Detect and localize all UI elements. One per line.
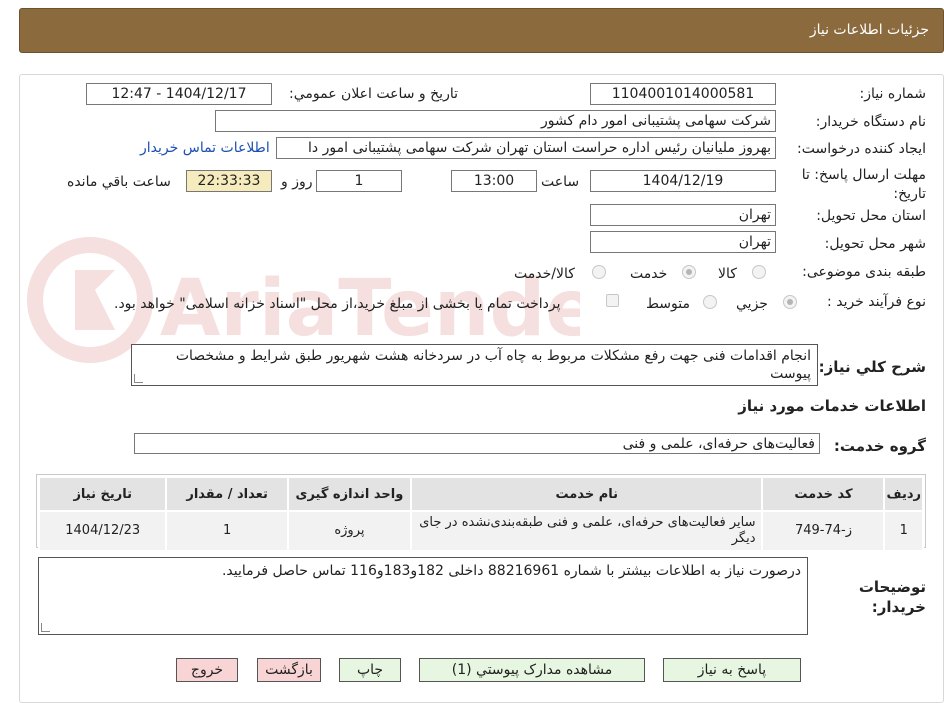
back-button[interactable]: بازگشت <box>257 658 321 682</box>
service-group-field: فعاليت‌های حرفه‌ای، علمی و فنی <box>134 433 820 454</box>
announce-datetime-label: تاريخ و ساعت اعلان عمومي: <box>289 86 458 102</box>
services-table: رديف کد خدمت نام خدمت واحد اندازه گيری ت… <box>37 476 924 552</box>
buyer-org-field: شرکت سهامی پشتيبانی امور دام کشور <box>215 110 776 132</box>
purchase-option-medium: متوسط <box>646 296 690 312</box>
province-label: استان محل تحويل: <box>816 208 926 224</box>
reply-to-need-button[interactable]: پاسخ به نياز <box>663 658 801 682</box>
col-header-need-date: تاريخ نياز <box>37 476 168 512</box>
deadline-time-field: 13:00 <box>451 170 537 192</box>
page-title: جزئيات اطلاعات نياز <box>809 22 929 38</box>
buyer-notes-textarea: درصورت نياز به اطلاعات بيشتر با شماره 88… <box>38 557 808 635</box>
city-field: تهران <box>590 231 776 253</box>
buyer-org-label: نام دستگاه خريدار: <box>815 114 926 130</box>
page-header: جزئيات اطلاعات نياز <box>19 8 944 53</box>
city-label: شهر محل تحويل: <box>824 236 926 252</box>
exit-button[interactable]: خروج <box>176 658 238 682</box>
resize-handle-icon[interactable] <box>41 623 50 632</box>
service-group-label: گروه خدمت: <box>833 437 926 455</box>
col-header-service-name: نام خدمت <box>410 476 764 512</box>
category-option-goods: کالا <box>718 266 737 282</box>
cell-row-number: 1 <box>883 510 924 552</box>
category-option-service: خدمت <box>630 266 668 282</box>
buyer-notes-text: درصورت نياز به اطلاعات بيشتر با شماره 88… <box>221 563 801 579</box>
purchase-radio-medium[interactable] <box>703 295 717 309</box>
days-remaining-field: 1 <box>316 170 402 192</box>
purchase-type-label: نوع فرآيند خريد : <box>827 294 926 310</box>
deadline-hour-label: ساعت <box>541 174 580 190</box>
cell-unit: پروژه <box>286 510 413 552</box>
need-number-label: شماره نياز: <box>859 86 927 102</box>
purchase-radio-minor[interactable] <box>783 295 797 309</box>
col-header-quantity: تعداد / مقدار <box>165 476 289 512</box>
view-attachments-button[interactable]: مشاهده مدارک پيوستي (1) <box>419 658 645 682</box>
purchase-option-minor: جزيي <box>736 296 768 312</box>
description-label: شرح کلي نياز: <box>818 358 926 376</box>
treasury-payment-checkbox[interactable] <box>606 294 619 307</box>
table-header-row: رديف کد خدمت نام خدمت واحد اندازه گيری ت… <box>37 476 924 512</box>
category-radio-goods[interactable] <box>752 265 766 279</box>
table-row: 1 ز-74-749 ساير فعاليت‌های حرفه‌ای، علمی… <box>37 510 924 552</box>
col-header-row-number: رديف <box>883 476 924 512</box>
deadline-date-field: 1404/12/19 <box>590 170 776 192</box>
print-button[interactable]: چاپ <box>339 658 401 682</box>
treasury-payment-note: پرداخت تمام يا بخشی از مبلغ خريد،از محل … <box>114 296 561 312</box>
announce-datetime-field: 1404/12/17 - 12:47 <box>86 83 272 105</box>
category-radio-service[interactable] <box>682 265 696 279</box>
remaining-time-field: 22:33:33 <box>186 170 272 192</box>
cell-quantity: 1 <box>165 510 289 552</box>
requester-field: بهروز مليانيان رئيس اداره حراست استان ته… <box>276 137 776 159</box>
province-field: تهران <box>590 204 776 226</box>
buyer-contact-link[interactable]: اطلاعات تماس خريدار <box>140 140 270 156</box>
deadline-label: مهلت ارسال پاسخ: تا تاريخ: <box>801 167 926 202</box>
need-number-field: 1104001014000581 <box>590 83 776 105</box>
category-option-goods-service: کالا/خدمت <box>514 266 575 282</box>
hours-remaining-label: ساعت باقي مانده <box>67 174 171 190</box>
buyer-notes-label: توضيحات خريدار: <box>858 578 926 616</box>
day-and-label: روز و <box>281 174 313 190</box>
cell-service-code: ز-74-749 <box>761 510 886 552</box>
requester-label: ايجاد کننده درخواست: <box>797 141 926 157</box>
col-header-service-code: کد خدمت <box>761 476 886 512</box>
cell-service-name: ساير فعاليت‌های حرفه‌ای، علمی و فنی طبقه… <box>410 510 764 552</box>
category-radio-goods-service[interactable] <box>592 265 606 279</box>
description-text: انجام اقدامات فنی جهت رفع مشکلات مربوط ب… <box>175 348 811 382</box>
services-info-heading: اطلاعات خدمات مورد نياز <box>738 397 926 415</box>
cell-need-date: 1404/12/23 <box>37 510 168 552</box>
col-header-unit: واحد اندازه گيری <box>286 476 413 512</box>
category-label: طبقه بندی موضوعی: <box>802 264 926 280</box>
description-textarea: انجام اقدامات فنی جهت رفع مشکلات مربوط ب… <box>131 344 818 386</box>
resize-handle-icon[interactable] <box>134 374 143 383</box>
